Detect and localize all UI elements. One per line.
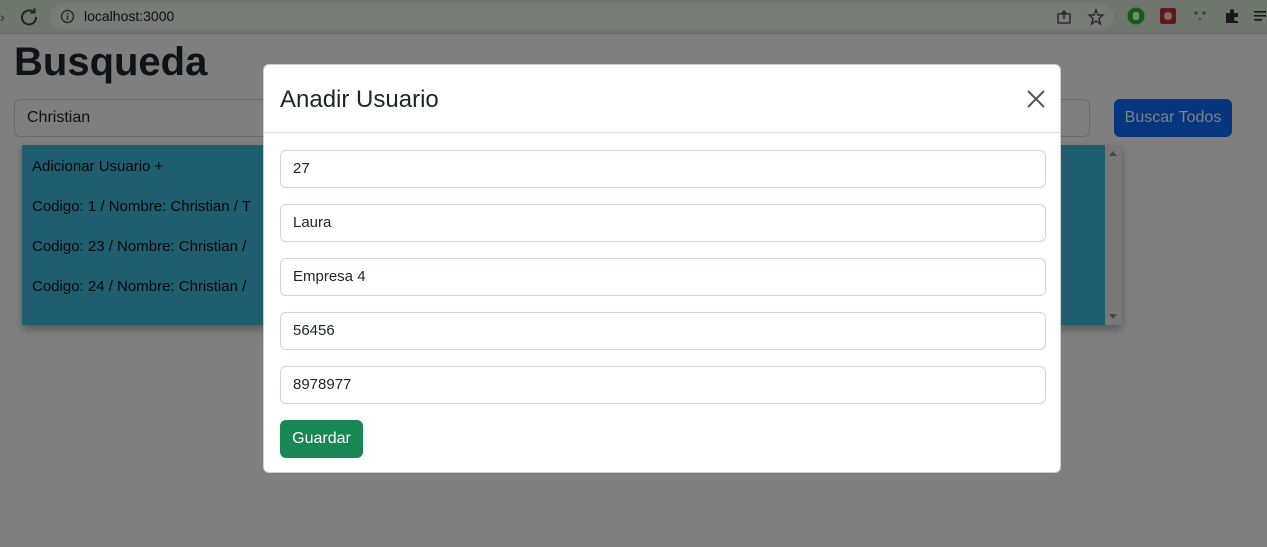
number-field[interactable]: 56456 bbox=[280, 312, 1046, 350]
code-field[interactable]: 27 bbox=[280, 150, 1046, 188]
save-button[interactable]: Guardar bbox=[280, 420, 363, 458]
close-icon[interactable] bbox=[1024, 87, 1048, 111]
add-user-modal: Anadir Usuario 27 Laura Empresa 4 56456 … bbox=[263, 64, 1061, 473]
name-field[interactable]: Laura bbox=[280, 204, 1046, 242]
company-field[interactable]: Empresa 4 bbox=[280, 258, 1046, 296]
phone-field[interactable]: 8978977 bbox=[280, 366, 1046, 404]
modal-title: Anadir Usuario bbox=[280, 86, 439, 113]
modal-header: Anadir Usuario bbox=[264, 65, 1060, 133]
